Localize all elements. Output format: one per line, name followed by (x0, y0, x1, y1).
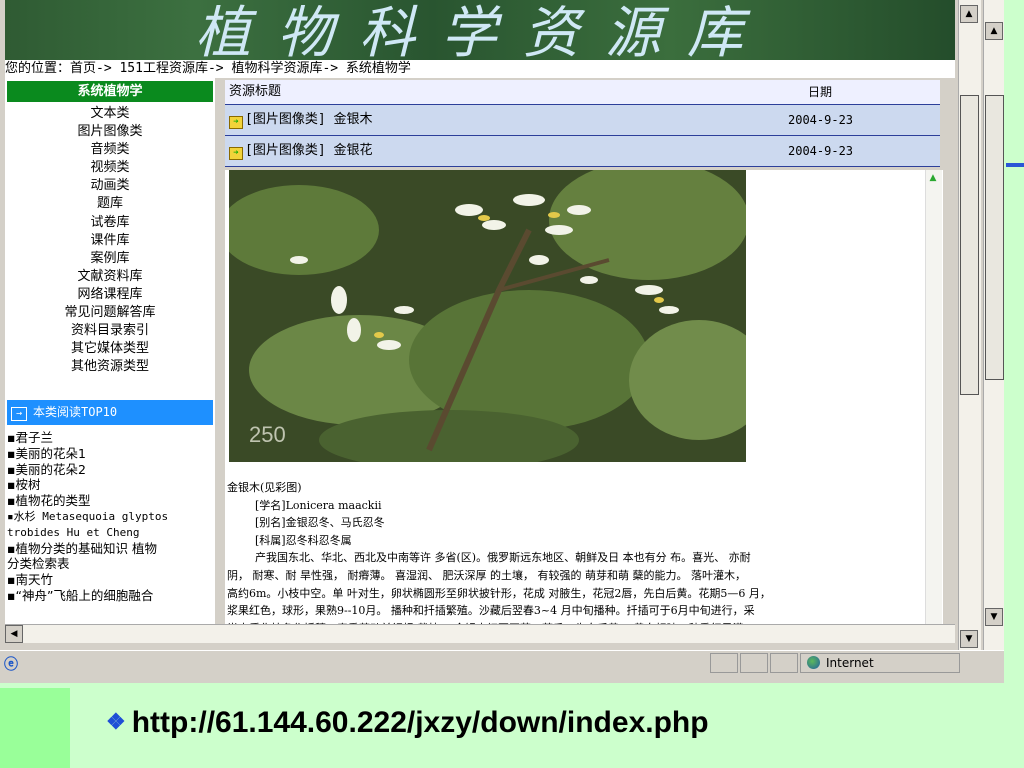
top10-item[interactable]: ▪君子兰 (7, 430, 213, 446)
sidebar-item-faq[interactable]: 常见问题解答库 (5, 304, 215, 322)
document-scrollbar[interactable]: ▲ ▼ (925, 170, 942, 640)
doc-line: 金银木(见彩图) (227, 481, 302, 494)
sidebar-heading: 系统植物学 (7, 81, 213, 102)
sidebar-item-courseware[interactable]: 课件库 (5, 232, 215, 250)
security-zone: Internet (800, 653, 960, 673)
status-cell (740, 653, 768, 673)
doc-line: [别名]金银忍冬、马氏忍冬 (255, 516, 385, 530)
ie-page-icon: ⓔ (4, 657, 18, 673)
sidebar-item-question-bank[interactable]: 题库 (5, 195, 215, 213)
top10-item[interactable]: ▪桉树 (7, 477, 213, 493)
scroll-down-icon[interactable]: ▼ (985, 608, 1003, 626)
top10-item[interactable]: ▪水杉 Metasequoia glyptos (7, 509, 213, 525)
sidebar-item-literature[interactable]: 文献资料库 (5, 268, 215, 286)
doc-line: 浆果红色，球形，果熟9--10月。 播种和扦插繁殖。沙藏后翌春3~4 月中旬播种… (227, 604, 755, 618)
sidebar-item-audio[interactable]: 音频类 (5, 141, 215, 159)
inner-vertical-scrollbar[interactable]: ▲ ▼ (958, 0, 981, 650)
scroll-thumb[interactable] (960, 95, 979, 395)
arrow-right-icon: → (11, 407, 27, 421)
zone-label: Internet (826, 656, 874, 670)
table-row[interactable]: ➔ [图片图像类] 金银花 2004-9-23 (225, 136, 940, 167)
sidebar-item-index[interactable]: 资料目录索引 (5, 322, 215, 340)
table-header: 资源标题 日期 (225, 80, 940, 105)
scroll-up-icon[interactable]: ▲ (960, 5, 978, 23)
scroll-up-icon[interactable]: ▲ (985, 22, 1003, 40)
sidebar-item-other-resources[interactable]: 其他资源类型 (5, 358, 215, 376)
arrow-right-icon: ➔ (229, 116, 243, 129)
row-title[interactable]: [图片图像类] 金银木 (245, 112, 372, 127)
browser-window: 植物科学资源库 您的位置：首页-> 151工程资源库-> 植物科学资源库-> 系… (0, 0, 1004, 683)
diamond-bullet-icon: ❖ (106, 709, 126, 734)
top10-item-continued[interactable]: trobides Hu et Cheng (7, 525, 213, 541)
top10-item[interactable]: ▪植物花的类型 (7, 493, 213, 509)
sidebar-item-animation[interactable]: 动画类 (5, 177, 215, 195)
sidebar-item-cases[interactable]: 案例库 (5, 250, 215, 268)
resource-table: 资源标题 日期 ➔ [图片图像类] 金银木 2004-9-23 ➔ [图片图像类] … (225, 80, 940, 167)
row-date: 2004-9-23 (788, 113, 854, 127)
breadcrumb: 您的位置：首页-> 151工程资源库-> 植物科学资源库-> 系统植物学 (5, 60, 955, 78)
top10-list: ▪君子兰 ▪美丽的花朵1 ▪美丽的花朵2 ▪桉树 ▪植物花的类型 ▪水杉 Met… (7, 430, 213, 604)
top10-item[interactable]: ▪“神舟”飞船上的细胞融合 (7, 588, 213, 604)
document-frame: 250 金银木(见彩图) [学名]Lonicera maackii [别名]金银… (225, 170, 943, 640)
sidebar: 系统植物学 文本类 图片图像类 音频类 视频类 动画类 题库 试卷库 课件库 案… (5, 78, 215, 633)
category-list: 文本类 图片图像类 音频类 视频类 动画类 题库 试卷库 课件库 案例库 文献资… (5, 105, 215, 376)
document-text: 金银木(见彩图) [学名]Lonicera maackii [别名]金银忍冬、马… (227, 479, 917, 637)
slide-url: ❖ http://61.144.60.222/jxzy/down/index.ph… (106, 706, 709, 740)
top10-item[interactable]: ▪美丽的花朵1 (7, 446, 213, 462)
sidebar-item-exams[interactable]: 试卷库 (5, 214, 215, 232)
doc-line: 产我国东北、华北、西北及中南等许 多省(区)。俄罗斯远东地区、朝鲜及日 本也有分… (255, 551, 751, 565)
doc-line: [学名]Lonicera maackii (255, 498, 382, 512)
scroll-thumb[interactable] (985, 95, 1004, 380)
top10-item-continued[interactable]: 分类检索表 (7, 556, 213, 572)
sidebar-item-video[interactable]: 视频类 (5, 159, 215, 177)
status-bar: ⓔ Internet (0, 650, 1004, 676)
arrow-right-icon: ➔ (229, 147, 243, 160)
top10-heading: → 本类阅读TOP10 (7, 400, 213, 425)
column-date-header: 日期 (808, 85, 833, 99)
table-row[interactable]: ➔ [图片图像类] 金银木 2004-9-23 (225, 105, 940, 136)
top10-item[interactable]: ▪南天竹 (7, 572, 213, 588)
sidebar-item-images[interactable]: 图片图像类 (5, 123, 215, 141)
slide-accent-bar (1006, 163, 1024, 167)
top10-heading-label: 本类阅读TOP10 (33, 405, 118, 419)
outer-vertical-scrollbar[interactable]: ▲ ▼ (983, 0, 1004, 650)
sidebar-item-other-media[interactable]: 其它媒体类型 (5, 340, 215, 358)
photo-page-number: 250 (249, 422, 286, 447)
site-banner: 植物科学资源库 (5, 0, 955, 60)
sidebar-item-online-courses[interactable]: 网络课程库 (5, 286, 215, 304)
horizontal-scrollbar[interactable]: ◀ (5, 624, 955, 643)
slide-url-text[interactable]: http://61.144.60.222/jxzy/down/index.php (132, 706, 709, 739)
scroll-up-icon[interactable]: ▲ (925, 170, 941, 184)
flower-photo: 250 (229, 170, 746, 462)
doc-line: [科属]忍冬科忍冬属 (255, 533, 352, 547)
scroll-left-icon[interactable]: ◀ (5, 625, 23, 643)
honeysuckle-image (229, 170, 746, 462)
banner-title: 植物科学资源库 (195, 1, 769, 60)
doc-line: 高约6m。小枝中空。单 叶对生，卵状椭圆形至卵状披针形，花成 对腋生，花冠2唇，… (227, 586, 771, 600)
top10-item[interactable]: ▪植物分类的基础知识 植物 (7, 541, 213, 557)
slide-left-strip (0, 688, 70, 768)
top10-item[interactable]: ▪美丽的花朵2 (7, 462, 213, 478)
doc-line: 阴， 耐寒、耐 旱性强， 耐瘠薄。 喜湿润、 肥沃深厚 的土壤， 有较强的 萌芽… (227, 568, 746, 582)
status-cell (710, 653, 738, 673)
globe-icon (807, 656, 820, 669)
row-date: 2004-9-23 (788, 144, 854, 158)
scroll-down-icon[interactable]: ▼ (960, 630, 978, 648)
column-title-header: 资源标题 (229, 84, 282, 99)
status-cell (770, 653, 798, 673)
sidebar-item-text[interactable]: 文本类 (5, 105, 215, 123)
row-title[interactable]: [图片图像类] 金银花 (245, 143, 372, 158)
